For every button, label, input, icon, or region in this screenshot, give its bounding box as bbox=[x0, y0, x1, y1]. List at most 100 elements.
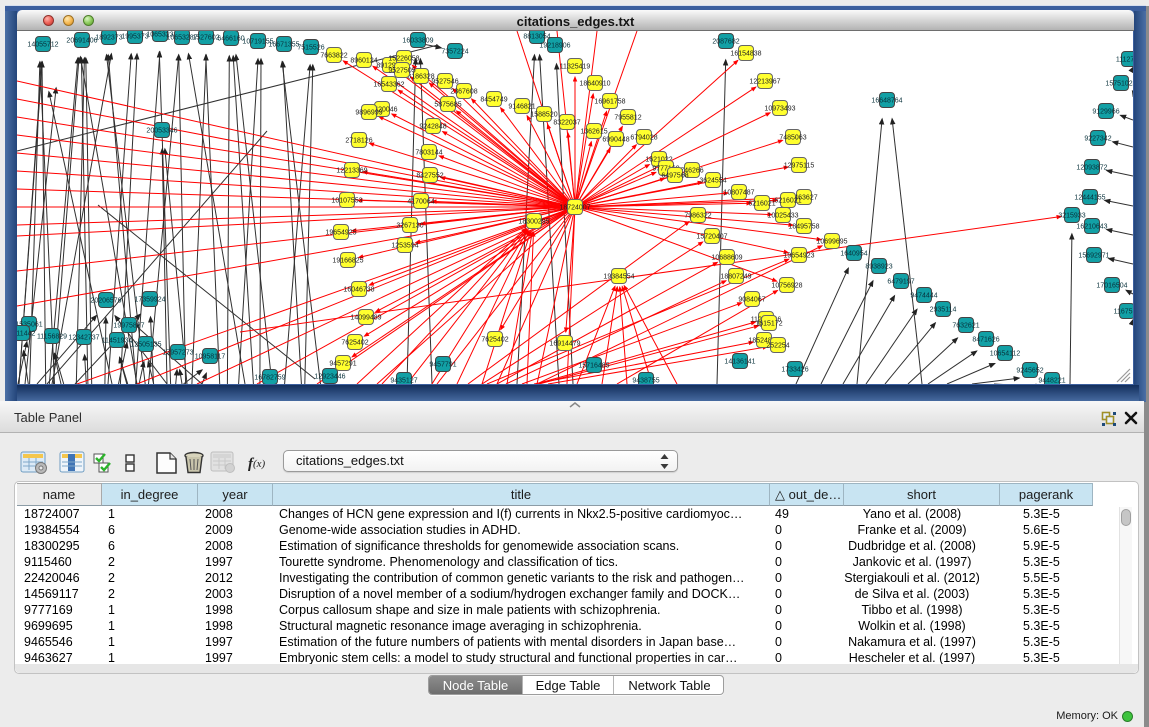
svg-text:9438755: 9438755 bbox=[632, 378, 659, 385]
svg-text:19654923: 19654923 bbox=[783, 253, 814, 260]
svg-text:1615172: 1615172 bbox=[755, 321, 782, 328]
svg-text:8471626: 8471626 bbox=[972, 337, 999, 344]
svg-text:16961758: 16961758 bbox=[594, 99, 625, 106]
svg-text:7986322: 7986322 bbox=[684, 213, 711, 220]
svg-text:10958117: 10958117 bbox=[195, 354, 226, 361]
svg-text:16046738: 16046738 bbox=[343, 287, 374, 294]
svg-text:15751024: 15751024 bbox=[1105, 81, 1133, 88]
svg-text:9129966: 9129966 bbox=[1092, 109, 1119, 116]
svg-text:7955812: 7955812 bbox=[614, 115, 641, 122]
svg-text:7663822: 7663822 bbox=[320, 53, 347, 60]
svg-text:19218906: 19218906 bbox=[539, 43, 570, 50]
svg-text:9146821: 9146821 bbox=[508, 104, 535, 111]
svg-text:8454749: 8454749 bbox=[480, 97, 507, 104]
svg-text:16033809: 16033809 bbox=[402, 38, 433, 45]
svg-text:11325419: 11325419 bbox=[560, 64, 591, 71]
svg-text:12213967: 12213967 bbox=[749, 79, 780, 86]
svg-text:10699695: 10699695 bbox=[816, 239, 847, 246]
svg-text:11451934: 11451934 bbox=[102, 338, 133, 345]
svg-text:2367608: 2367608 bbox=[450, 89, 477, 96]
svg-text:9457791: 9457791 bbox=[429, 362, 456, 369]
svg-text:8938923: 8938923 bbox=[865, 264, 892, 271]
svg-text:2718126: 2718126 bbox=[345, 138, 372, 145]
svg-text:19975887: 19975887 bbox=[113, 323, 144, 330]
svg-text:1362615: 1362615 bbox=[580, 129, 607, 136]
svg-text:9896999: 9896999 bbox=[355, 110, 382, 117]
svg-text:7485063: 7485063 bbox=[779, 135, 806, 142]
svg-text:12923446: 12923446 bbox=[314, 374, 345, 381]
svg-text:18495758: 18495758 bbox=[788, 224, 819, 231]
svg-text:9245652: 9245652 bbox=[1016, 368, 1043, 375]
svg-text:6479197: 6479197 bbox=[887, 279, 914, 286]
svg-text:16782759: 16782759 bbox=[254, 375, 285, 382]
svg-text:3267130: 3267130 bbox=[396, 223, 423, 230]
svg-text:18724007: 18724007 bbox=[559, 205, 590, 212]
svg-text:16671355: 16671355 bbox=[268, 42, 299, 49]
svg-text:8427552: 8427552 bbox=[416, 173, 443, 180]
svg-text:19384554: 19384554 bbox=[603, 274, 634, 281]
svg-text:7357224: 7357224 bbox=[441, 49, 468, 56]
svg-text:20206576: 20206576 bbox=[90, 298, 121, 305]
svg-text:10973493: 10973493 bbox=[764, 106, 795, 113]
svg-text:18807249: 18807249 bbox=[720, 274, 751, 281]
svg-text:9435127: 9435127 bbox=[390, 378, 417, 385]
svg-text:1588520: 1588520 bbox=[530, 112, 557, 119]
svg-text:15226058: 15226058 bbox=[388, 56, 419, 63]
svg-text:3215933: 3215933 bbox=[1058, 213, 1085, 220]
svg-text:9448221: 9448221 bbox=[1038, 378, 1065, 385]
svg-text:16648764: 16648764 bbox=[871, 98, 902, 105]
svg-text:10756928: 10756928 bbox=[771, 283, 802, 290]
svg-text:20691406: 20691406 bbox=[66, 38, 97, 45]
svg-text:19166825: 19166825 bbox=[332, 258, 363, 265]
svg-text:8186328: 8186328 bbox=[407, 74, 434, 81]
svg-text:2935114: 2935114 bbox=[930, 307, 957, 314]
svg-text:9242848: 9242848 bbox=[419, 124, 446, 131]
svg-text:11156829: 11156829 bbox=[37, 334, 67, 341]
svg-text:8813054: 8813054 bbox=[523, 34, 550, 41]
svg-text:16210643: 16210643 bbox=[1076, 224, 1107, 231]
svg-text:10688609: 10688609 bbox=[711, 255, 742, 262]
svg-text:3624554: 3624554 bbox=[699, 178, 726, 185]
svg-text:3911442: 3911442 bbox=[17, 331, 35, 338]
svg-text:1167533: 1167533 bbox=[1114, 309, 1133, 316]
svg-text:8960124: 8960124 bbox=[350, 58, 377, 65]
svg-text:1995373: 1995373 bbox=[121, 34, 148, 41]
svg-text:16154838: 16154838 bbox=[730, 51, 761, 58]
svg-text:10654112: 10654112 bbox=[990, 351, 1021, 358]
svg-text:17359924: 17359924 bbox=[134, 297, 165, 304]
svg-text:17016504: 17016504 bbox=[1096, 283, 1127, 290]
svg-text:1733426: 1733426 bbox=[781, 367, 808, 374]
svg-text:(x): (x) bbox=[253, 458, 266, 470]
svg-text:16543362: 16543362 bbox=[373, 82, 404, 89]
svg-text:14136141: 14136141 bbox=[724, 359, 755, 366]
svg-text:7625402: 7625402 bbox=[341, 340, 368, 347]
svg-text:7515526: 7515526 bbox=[297, 45, 324, 52]
svg-text:9457291: 9457291 bbox=[329, 361, 356, 368]
svg-text:9527505: 9527505 bbox=[388, 68, 415, 75]
svg-text:12505135: 12505135 bbox=[130, 342, 161, 349]
svg-text:12444155: 12444155 bbox=[1074, 195, 1105, 202]
svg-text:15716485: 15716485 bbox=[578, 363, 609, 370]
svg-text:9474444: 9474444 bbox=[910, 293, 937, 300]
svg-text:7632621: 7632621 bbox=[952, 323, 979, 330]
svg-text:6216021: 6216021 bbox=[748, 201, 775, 208]
svg-text:18640910: 18640910 bbox=[579, 81, 610, 88]
svg-text:6794028: 6794028 bbox=[630, 135, 657, 142]
svg-text:6990448: 6990448 bbox=[602, 137, 629, 144]
svg-text:14099489: 14099489 bbox=[350, 315, 381, 322]
svg-text:18300295: 18300295 bbox=[518, 219, 549, 226]
svg-text:7803144: 7803144 bbox=[415, 150, 442, 157]
svg-text:8322037: 8322037 bbox=[553, 120, 580, 127]
svg-text:1640954: 1640954 bbox=[840, 251, 867, 258]
svg-text:252254: 252254 bbox=[766, 343, 789, 350]
svg-text:12975115: 12975115 bbox=[784, 163, 815, 170]
svg-text:6497568: 6497568 bbox=[661, 173, 688, 180]
svg-text:12213369: 12213369 bbox=[336, 168, 367, 175]
svg-text:12342737: 12342737 bbox=[68, 335, 99, 342]
svg-text:1527602: 1527602 bbox=[192, 35, 219, 42]
svg-text:15692971: 15692971 bbox=[1078, 253, 1109, 260]
svg-text:1112735: 1112735 bbox=[1116, 57, 1133, 64]
svg-text:14055712: 14055712 bbox=[27, 42, 58, 49]
svg-text:6216021: 6216021 bbox=[774, 198, 801, 205]
svg-text:10107553: 10107553 bbox=[331, 198, 362, 205]
